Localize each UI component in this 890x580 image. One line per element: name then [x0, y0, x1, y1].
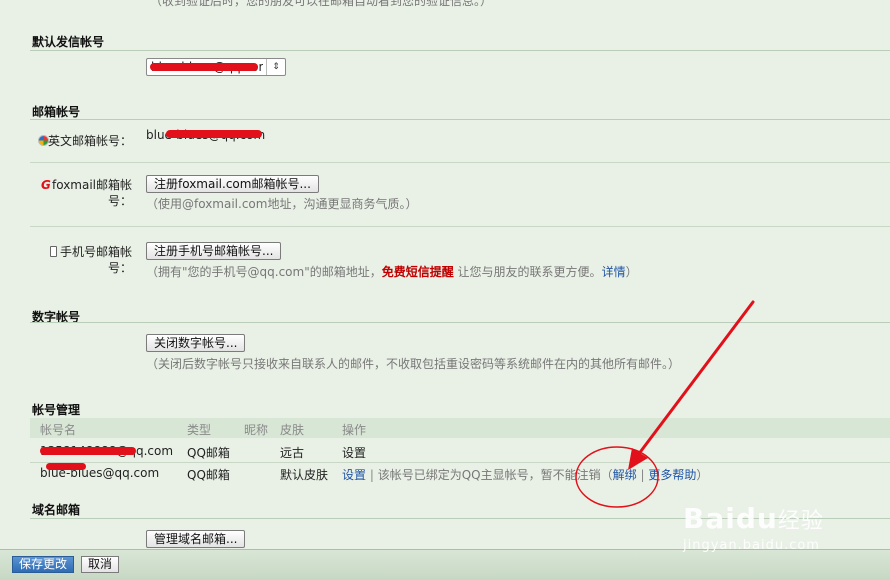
- annotation-arrow-shaft: [636, 300, 755, 457]
- annotation-circle: [575, 446, 659, 508]
- annotation-overlay: [575, 300, 755, 508]
- baidu-watermark-url: jingyan.baidu.com: [683, 538, 820, 553]
- baidu-watermark-logo: Baidu经验: [683, 502, 824, 535]
